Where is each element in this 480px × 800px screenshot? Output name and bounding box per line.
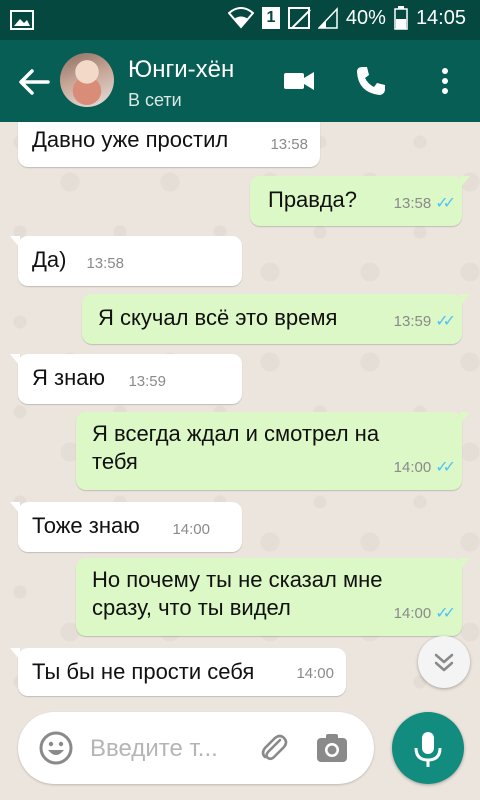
message-time: 14:00 (393, 605, 432, 622)
battery-percent: 40% (345, 6, 386, 29)
gallery-notification (10, 8, 34, 37)
contact-name[interactable]: Юнги-хён (128, 56, 234, 84)
message-time: 14:00 (393, 459, 432, 476)
message-incoming[interactable]: Ты бы не прости себя 14:00 (10, 648, 346, 696)
message-incoming[interactable]: Давно уже простил 13:58 (18, 122, 320, 167)
camera-icon[interactable] (314, 730, 350, 766)
message-input[interactable] (88, 730, 242, 768)
double-check-icon: ✓✓ (435, 459, 456, 476)
message-text: Я скучал всё это время (98, 305, 338, 330)
wifi-icon (227, 7, 254, 29)
message-outgoing[interactable]: Но почему ты не сказал мне сразу, что ты… (76, 558, 470, 636)
chat-header: Юнги-хён В сети (0, 40, 480, 122)
battery-icon (394, 6, 408, 30)
contact-status: В сети (128, 90, 182, 110)
status-icons: 1 40% 14:05 (227, 6, 466, 30)
double-check-icon: ✓✓ (435, 605, 456, 622)
avatar[interactable] (60, 53, 114, 107)
double-check-icon: ✓✓ (435, 313, 456, 330)
attach-icon[interactable] (256, 730, 292, 766)
message-time: 13:59 (393, 313, 432, 330)
emoji-icon[interactable] (38, 730, 74, 766)
message-list[interactable]: Давно уже простил 13:58 Правда? 13:58 ✓✓… (0, 122, 480, 704)
message-incoming[interactable]: Тоже знаю 14:00 (10, 502, 242, 552)
status-bar: 1 40% 14:05 (0, 0, 480, 40)
message-text: Ты бы не прости себя (32, 659, 255, 684)
message-outgoing[interactable]: Я всегда ждал и смотрел на тебя 14:00 ✓✓ (76, 412, 470, 490)
message-incoming[interactable]: Да) 13:58 (10, 236, 242, 286)
signal-icon (317, 7, 338, 29)
message-time: 13:58 (86, 255, 124, 272)
message-text: Правда? (268, 187, 358, 212)
message-text: Да) (32, 247, 67, 272)
double-check-icon: ✓✓ (435, 195, 456, 212)
message-time: 14:00 (172, 521, 210, 538)
clock: 14:05 (415, 6, 466, 29)
message-text: Я всегда ждал и смотрел на тебя (92, 421, 380, 474)
message-meta: 14:00 ✓✓ (393, 454, 456, 482)
message-text: Давно уже простил (32, 127, 229, 152)
message-text: Я знаю (32, 365, 105, 390)
message-time: 13:59 (128, 373, 166, 390)
message-incoming[interactable]: Я знаю 13:59 (10, 354, 242, 404)
message-time: 13:58 (393, 195, 432, 212)
message-text: Тоже знаю (32, 513, 140, 538)
message-outgoing[interactable]: Я скучал всё это время 13:59 ✓✓ (82, 294, 470, 344)
scroll-to-bottom-button[interactable] (418, 636, 470, 688)
back-arrow-icon[interactable] (14, 62, 54, 102)
more-vert-icon[interactable] (428, 64, 462, 98)
phone-icon[interactable] (354, 64, 388, 98)
image-icon (10, 10, 34, 30)
message-meta: 13:59 ✓✓ (393, 308, 456, 336)
message-meta: 14:00 ✓✓ (393, 600, 456, 628)
mic-icon (414, 732, 442, 767)
message-text: Но почему ты не сказал мне сразу, что ты… (92, 567, 383, 620)
message-meta: 13:58 ✓✓ (393, 190, 456, 218)
message-time: 13:58 (270, 136, 308, 153)
message-time: 14:00 (296, 665, 334, 682)
no-signal-icon (287, 7, 310, 29)
chevron-down-icon (434, 653, 454, 672)
composer (18, 712, 374, 784)
message-outgoing[interactable]: Правда? 13:58 ✓✓ (250, 176, 470, 226)
sim-icon: 1 (261, 7, 280, 29)
mic-button[interactable] (392, 712, 464, 784)
video-call-icon[interactable] (282, 64, 316, 98)
